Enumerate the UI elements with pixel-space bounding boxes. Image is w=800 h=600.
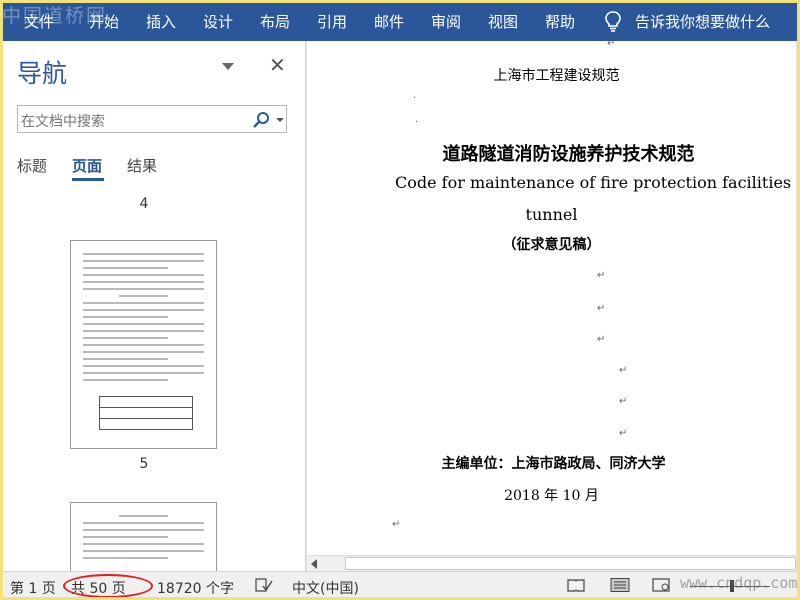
search-placeholder: 在文档中搜索	[21, 114, 105, 130]
horizontal-scrollbar[interactable]	[307, 555, 796, 571]
doc-title-en-line2: tunnel	[525, 205, 578, 224]
tab-headings[interactable]: 标题	[17, 155, 47, 176]
read-mode-icon[interactable]	[567, 578, 585, 592]
scroll-left-icon[interactable]	[311, 559, 317, 569]
tab-design[interactable]: 设计	[203, 11, 233, 32]
lightbulb-icon[interactable]	[604, 10, 622, 32]
tell-me-box[interactable]: 告诉我你想要做什么	[635, 11, 770, 32]
page-thumbnail-5[interactable]	[70, 240, 217, 449]
document-page[interactable]: ↵ 上海市工程建设规范 · · 道路隧道消防设施养护技术规范 Code for …	[307, 41, 796, 555]
scrollbar-thumb[interactable]	[345, 557, 796, 570]
tab-insert[interactable]: 插入	[146, 11, 176, 32]
tab-file[interactable]: 文件	[24, 11, 54, 32]
print-layout-icon[interactable]	[610, 578, 630, 592]
page-thumbnail-label-4: 4	[139, 196, 149, 212]
language-indicator[interactable]: 中文(中国)	[292, 578, 359, 598]
tab-references[interactable]: 引用	[317, 11, 347, 32]
tab-pages[interactable]: 页面	[72, 155, 102, 176]
ribbon: 中国道桥网 文件 开始 插入 设计 布局 引用 邮件 审阅 视图 帮助 告诉我你…	[0, 0, 800, 41]
page-thumbnail-6[interactable]	[70, 502, 217, 575]
tab-mailings[interactable]: 邮件	[374, 11, 404, 32]
search-icon[interactable]	[252, 111, 270, 129]
search-options-chevron-down-icon[interactable]	[276, 118, 284, 122]
tab-help[interactable]: 帮助	[545, 11, 575, 32]
web-layout-icon[interactable]	[652, 578, 670, 592]
tab-home[interactable]: 开始	[89, 11, 119, 32]
watermark-bottom: www.cndqp.com	[680, 574, 798, 592]
doc-draft-label: （征求意见稿）	[502, 237, 601, 253]
paragraph-mark: ↵	[607, 41, 616, 49]
doc-date: 2018 年 10 月	[504, 488, 599, 504]
nav-title: 导航	[17, 59, 68, 88]
doc-title-cn: 道路隧道消防设施养护技术规范	[442, 144, 695, 165]
red-highlight-ellipse	[63, 574, 153, 598]
tab-layout[interactable]: 布局	[260, 11, 290, 32]
tab-view[interactable]: 视图	[488, 11, 518, 32]
doc-title-en-line1: Code for maintenance of fire protection …	[395, 173, 796, 192]
nav-options-chevron-down-icon[interactable]	[222, 63, 234, 70]
page-indicator[interactable]: 第 1 页	[10, 578, 56, 598]
doc-editors: 主编单位：上海市路政局、同济大学	[441, 456, 666, 472]
navigation-pane: 导航 ✕ 在文档中搜索 标题 页面 结果 4 5	[0, 41, 306, 575]
doc-header: 上海市工程建设规范	[493, 68, 620, 84]
status-bar: 第 1 页 共 50 页 18720 个字 中文(中国) www.cndqp.c…	[0, 571, 800, 600]
page-thumbnail-label-5: 5	[139, 456, 149, 472]
word-count[interactable]: 18720 个字	[157, 578, 234, 598]
thumbnail-table	[99, 396, 193, 430]
proofing-icon[interactable]	[255, 578, 273, 592]
tab-results[interactable]: 结果	[127, 155, 157, 176]
nav-search-input[interactable]: 在文档中搜索	[17, 105, 287, 133]
close-icon[interactable]: ✕	[269, 53, 286, 77]
active-tab-indicator	[72, 178, 104, 181]
tab-review[interactable]: 审阅	[431, 11, 461, 32]
